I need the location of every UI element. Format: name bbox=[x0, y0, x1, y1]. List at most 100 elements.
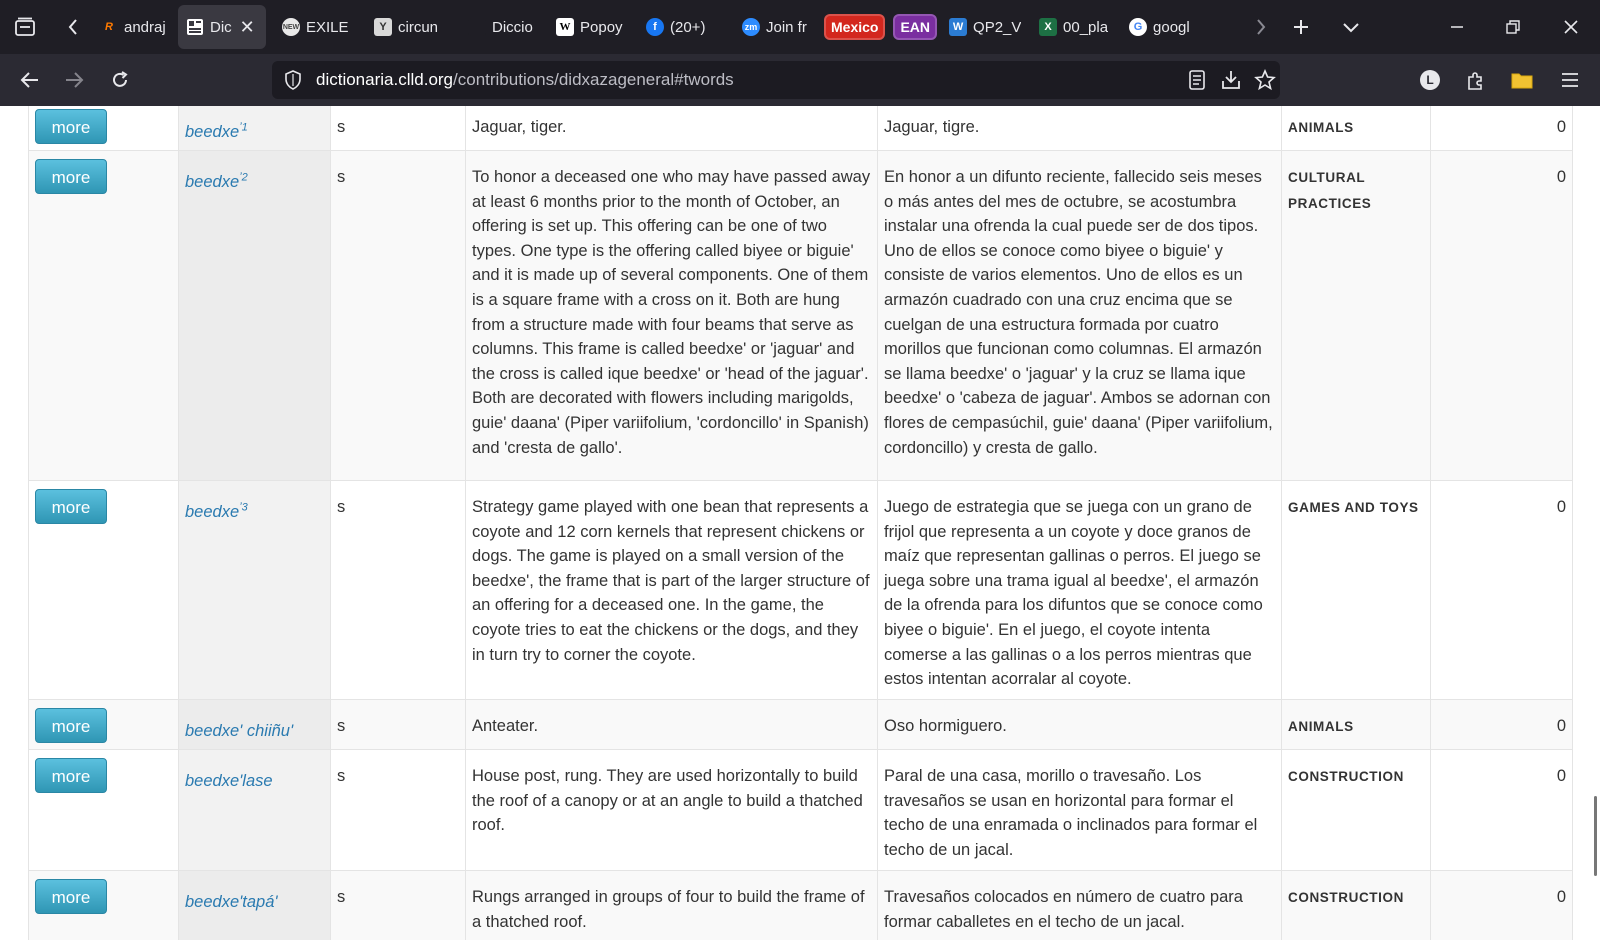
tab-scroll-left-button[interactable] bbox=[62, 0, 84, 54]
headword-link[interactable]: beedxeʼ1 bbox=[185, 121, 248, 141]
url-path: /contributions/didxazageneral#twords bbox=[453, 70, 734, 89]
close-window-button[interactable] bbox=[1554, 0, 1588, 54]
tab-dictionaria-active[interactable]: Dic ✕ bbox=[178, 5, 266, 49]
part-of-speech-cell: s bbox=[330, 480, 466, 701]
tab-andraj[interactable]: R andraj bbox=[92, 5, 178, 49]
count-cell: 0 bbox=[1430, 480, 1573, 701]
arrow-right-icon bbox=[66, 72, 84, 88]
tab-google[interactable]: G googl bbox=[1121, 5, 1207, 49]
save-page-icon[interactable] bbox=[1220, 69, 1242, 96]
tab-label: (20+) bbox=[670, 18, 706, 36]
count-cell: 0 bbox=[1430, 749, 1573, 872]
new-badge-icon: NEW bbox=[282, 18, 300, 36]
tab-qp2[interactable]: W QP2_V bbox=[941, 5, 1031, 49]
part-of-speech: s bbox=[337, 498, 346, 517]
part-of-speech-cell: s bbox=[330, 150, 466, 482]
more-button[interactable]: more bbox=[35, 489, 107, 525]
puzzle-icon bbox=[1468, 72, 1482, 90]
english-meaning-cell: To honor a deceased one who may have pas… bbox=[465, 150, 878, 482]
chevron-down-icon bbox=[1343, 23, 1359, 33]
table-row: more beedxeʼ1 s Jaguar, tiger. Jaguar, tigre… bbox=[28, 106, 1573, 152]
semantic-domain-cell: ANIMALS bbox=[1281, 699, 1431, 751]
tab-diccio[interactable]: Diccio bbox=[460, 5, 548, 49]
restore-icon bbox=[1506, 20, 1520, 34]
spanish-meaning-cell: Oso hormiguero. bbox=[877, 699, 1282, 751]
tab-exile[interactable]: NEW EXILE bbox=[274, 5, 366, 49]
pinned-ean[interactable]: EAN bbox=[889, 5, 941, 49]
tab-facebook[interactable]: f (20+) bbox=[638, 5, 734, 49]
tab-overview-button[interactable] bbox=[8, 0, 42, 54]
ean-badge: EAN bbox=[893, 14, 938, 40]
url-text: dictionaria.clld.org/contributions/didxa… bbox=[316, 70, 734, 90]
table-row: more beedxe'tapá' s Rungs arranged in group… bbox=[28, 870, 1573, 940]
headword-link[interactable]: beedxe' chiiñu' bbox=[185, 722, 293, 740]
extensions-button[interactable] bbox=[1458, 54, 1494, 106]
more-button[interactable]: more bbox=[35, 879, 107, 915]
count-value: 0 bbox=[1556, 767, 1566, 786]
part-of-speech: s bbox=[337, 767, 346, 786]
more-button[interactable]: more bbox=[35, 758, 107, 794]
count-value: 0 bbox=[1556, 118, 1566, 136]
grid-icon bbox=[186, 18, 204, 36]
pinned-mexico[interactable]: Mexico bbox=[820, 5, 889, 49]
headword-link[interactable]: beedxe'lase bbox=[185, 772, 273, 790]
excel-icon: X bbox=[1039, 18, 1058, 36]
reload-button[interactable] bbox=[102, 54, 138, 106]
semantic-domain-cell: CONSTRUCTION bbox=[1281, 749, 1431, 872]
headword-link[interactable]: beedxeʼ3 bbox=[185, 501, 248, 521]
hamburger-menu-icon bbox=[1562, 73, 1578, 87]
more-button[interactable]: more bbox=[35, 109, 107, 144]
url-host: dictionaria.clld.org bbox=[316, 70, 454, 89]
facebook-icon: f bbox=[646, 18, 664, 36]
address-bar[interactable]: dictionaria.clld.org/contributions/didxa… bbox=[272, 61, 1280, 99]
english-meaning-cell: Strategy game played with one bean that … bbox=[465, 480, 878, 701]
semantic-domain: ANIMALS bbox=[1288, 719, 1354, 735]
tab-label: andraj bbox=[124, 18, 166, 36]
headword-link[interactable]: beedxeʼ2 bbox=[185, 171, 248, 191]
semantic-domain-cell: ANIMALS bbox=[1281, 106, 1431, 152]
vertical-scrollbar-thumb[interactable] bbox=[1594, 796, 1597, 876]
new-tab-button[interactable] bbox=[1288, 0, 1314, 54]
more-cell: more bbox=[28, 699, 179, 751]
headword-text: beedxe'tapá' bbox=[185, 892, 278, 911]
headword-cell: beedxe' chiiñu' bbox=[178, 699, 331, 751]
bookmark-star-icon[interactable] bbox=[1254, 68, 1276, 96]
homonym-number: ʼ3 bbox=[239, 501, 248, 514]
mexico-badge: Mexico bbox=[824, 14, 886, 40]
part-of-speech-cell: s bbox=[330, 106, 466, 152]
folder-button[interactable] bbox=[1504, 54, 1540, 106]
more-button[interactable]: more bbox=[35, 708, 107, 744]
semantic-domain: CONSTRUCTION bbox=[1288, 769, 1404, 785]
part-of-speech-cell: s bbox=[330, 699, 466, 751]
more-cell: more bbox=[28, 749, 179, 872]
english-meaning: Jaguar, tiger. bbox=[472, 118, 567, 136]
words-table-body: more beedxeʼ1 s Jaguar, tiger. Jaguar, tigre… bbox=[28, 106, 1573, 940]
tab-00pla[interactable]: X 00_pla bbox=[1031, 5, 1121, 49]
restore-button[interactable] bbox=[1496, 0, 1530, 54]
back-button[interactable] bbox=[12, 54, 48, 106]
minimize-button[interactable] bbox=[1440, 0, 1474, 54]
account-avatar[interactable]: L bbox=[1412, 54, 1448, 106]
english-meaning-cell: Jaguar, tiger. bbox=[465, 106, 878, 152]
list-all-tabs-button[interactable] bbox=[1338, 0, 1364, 54]
reader-view-icon[interactable] bbox=[1188, 70, 1206, 95]
more-cell: more bbox=[28, 480, 179, 701]
spanish-meaning-cell: Paral de una casa, morillo o travesaño. … bbox=[877, 749, 1282, 872]
word-doc-icon: W bbox=[949, 18, 968, 36]
tab-scroll-right-button[interactable] bbox=[1250, 0, 1272, 54]
more-button[interactable]: more bbox=[35, 159, 107, 195]
tab-zoom[interactable]: zm Join fr bbox=[734, 5, 820, 49]
tab-circun[interactable]: Y circun bbox=[366, 5, 460, 49]
spanish-meaning-cell: Travesaños colocados en número de cuatro… bbox=[877, 870, 1282, 940]
headword-link[interactable]: beedxe'tapá' bbox=[185, 893, 278, 911]
zoom-icon: zm bbox=[742, 18, 760, 36]
table-row: more beedxeʼ3 s Strategy game played with o… bbox=[28, 480, 1573, 701]
tab-popoy[interactable]: W Popoy bbox=[548, 5, 638, 49]
tab-label: Diccio bbox=[492, 18, 533, 36]
app-menu-button[interactable] bbox=[1552, 54, 1588, 106]
shield-icon[interactable] bbox=[284, 70, 302, 90]
count-value: 0 bbox=[1556, 168, 1566, 187]
forward-button[interactable] bbox=[56, 54, 92, 106]
chevron-left-icon bbox=[68, 19, 77, 35]
close-tab-icon[interactable]: ✕ bbox=[240, 17, 255, 38]
